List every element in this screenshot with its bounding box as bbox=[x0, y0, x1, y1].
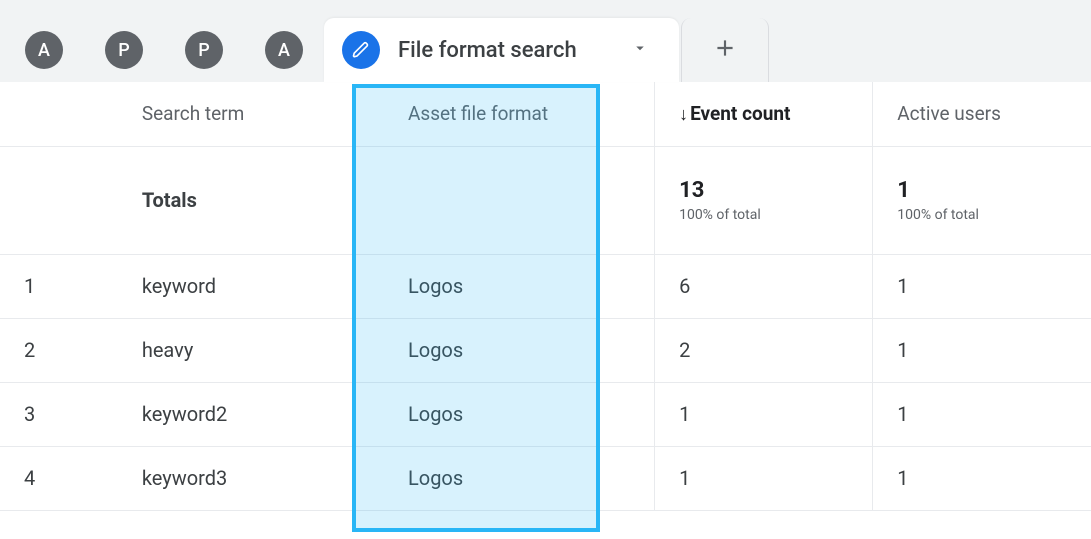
plus-icon bbox=[712, 35, 738, 65]
row-events: 1 bbox=[655, 382, 873, 446]
row-events: 1 bbox=[655, 446, 873, 510]
table-row[interactable]: 2 heavy Logos 2 1 bbox=[0, 318, 1091, 382]
totals-label: Totals bbox=[118, 146, 384, 254]
totals-active-users: 1 bbox=[897, 178, 1067, 203]
pencil-icon bbox=[342, 31, 380, 69]
tab-active[interactable]: File format search bbox=[324, 18, 679, 82]
col-asset-format-header[interactable]: Asset file format bbox=[384, 82, 655, 146]
table-row[interactable]: 1 keyword Logos 6 1 bbox=[0, 254, 1091, 318]
row-format: Logos bbox=[384, 318, 655, 382]
col-search-term-header[interactable]: Search term bbox=[118, 82, 384, 146]
row-events: 2 bbox=[655, 318, 873, 382]
row-users: 1 bbox=[873, 254, 1091, 318]
tab-bar: A P P A File format search bbox=[0, 0, 1091, 82]
totals-users-pct: 100% of total bbox=[897, 207, 1067, 223]
tab-badge: P bbox=[105, 31, 143, 69]
row-index: 3 bbox=[0, 382, 118, 446]
row-index: 4 bbox=[0, 446, 118, 510]
col-event-count-header[interactable]: ↓Event count bbox=[655, 82, 873, 146]
row-index: 2 bbox=[0, 318, 118, 382]
table-row[interactable]: 3 keyword2 Logos 1 1 bbox=[0, 382, 1091, 446]
tab-passive-3[interactable]: A bbox=[244, 18, 324, 82]
tab-passive-1[interactable]: P bbox=[84, 18, 164, 82]
chevron-down-icon[interactable] bbox=[631, 39, 649, 61]
row-term: keyword3 bbox=[118, 446, 384, 510]
row-term: keyword bbox=[118, 254, 384, 318]
row-format: Logos bbox=[384, 446, 655, 510]
row-format: Logos bbox=[384, 382, 655, 446]
tab-badge: P bbox=[185, 31, 223, 69]
row-format: Logos bbox=[384, 254, 655, 318]
row-term: heavy bbox=[118, 318, 384, 382]
row-term: keyword2 bbox=[118, 382, 384, 446]
col-active-users-header[interactable]: Active users bbox=[873, 82, 1091, 146]
tab-passive-2[interactable]: P bbox=[164, 18, 244, 82]
report-table: Search term Asset file format ↓Event cou… bbox=[0, 82, 1091, 511]
totals-row: Totals 13 100% of total 1 100% of total bbox=[0, 146, 1091, 254]
row-index: 1 bbox=[0, 254, 118, 318]
totals-event-pct: 100% of total bbox=[679, 207, 848, 223]
add-tab-button[interactable] bbox=[681, 18, 769, 82]
tab-badge: A bbox=[25, 31, 63, 69]
col-index-header bbox=[0, 82, 118, 146]
tab-active-label: File format search bbox=[398, 38, 577, 63]
row-events: 6 bbox=[655, 254, 873, 318]
row-users: 1 bbox=[873, 382, 1091, 446]
tab-passive-0[interactable]: A bbox=[4, 18, 84, 82]
row-users: 1 bbox=[873, 446, 1091, 510]
table-row[interactable]: 4 keyword3 Logos 1 1 bbox=[0, 446, 1091, 510]
row-users: 1 bbox=[873, 318, 1091, 382]
tab-badge: A bbox=[265, 31, 303, 69]
totals-event-count: 13 bbox=[679, 178, 848, 203]
sort-desc-icon: ↓ bbox=[679, 104, 688, 125]
